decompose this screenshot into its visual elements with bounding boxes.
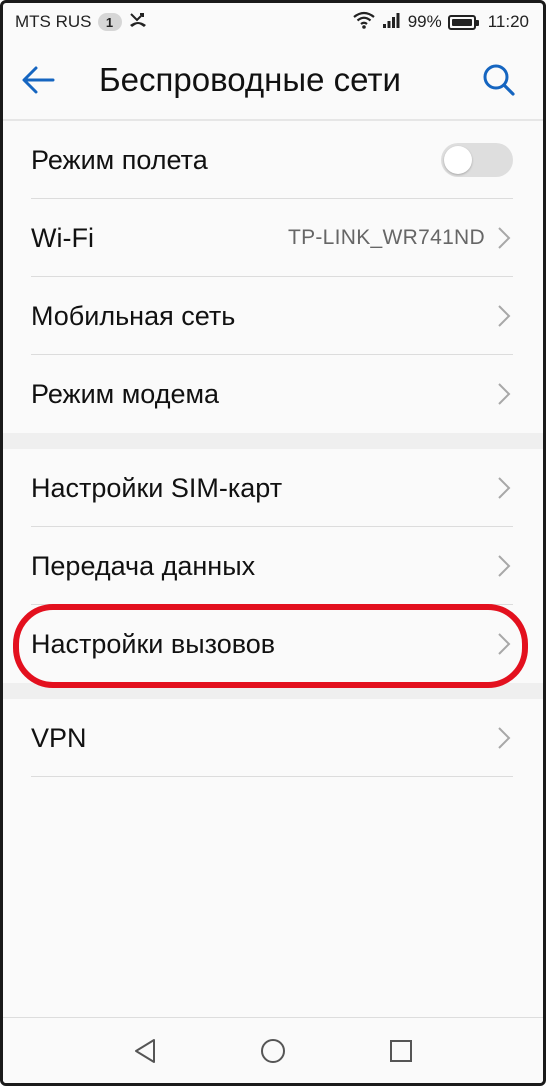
chevron-right-icon [495, 631, 513, 657]
setting-label: Wi-Fi [31, 222, 94, 253]
group-spacer [3, 433, 543, 449]
status-bar-left: MTS RUS 1 [15, 11, 148, 34]
setting-mobile-network[interactable]: Мобильная сеть [3, 277, 543, 355]
chevron-right-icon [495, 303, 513, 329]
missed-call-icon [128, 11, 148, 34]
battery-percent: 99% [407, 12, 442, 31]
back-triangle-icon [135, 1038, 155, 1063]
page-title: Беспроводные сети [99, 61, 401, 98]
app-bar: Беспроводные сети [3, 41, 543, 119]
settings-group-vpn: VPN [3, 699, 543, 777]
wifi-network-name: TP-LINK_WR741ND [287, 226, 485, 249]
wifi-icon [352, 11, 376, 34]
nav-back-button[interactable] [127, 1033, 163, 1069]
setting-label: Режим полета [31, 144, 208, 175]
nav-recents-button[interactable] [383, 1033, 419, 1069]
setting-wifi[interactable]: Wi-Fi TP-LINK_WR741ND [3, 199, 543, 277]
navigation-bar [3, 1017, 543, 1083]
setting-tethering[interactable]: Режим модема [3, 355, 543, 433]
nav-home-button[interactable] [255, 1033, 291, 1069]
chevron-right-icon [495, 225, 513, 251]
chevron-right-icon [495, 381, 513, 407]
setting-label: Мобильная сеть [31, 300, 236, 331]
setting-label: Передача данных [31, 550, 256, 581]
status-bar-right: 99% 11:20 [352, 11, 529, 34]
setting-data-transfer[interactable]: Передача данных [3, 527, 543, 605]
toggle-knob [444, 146, 472, 174]
status-bar: MTS RUS 1 99% 11:20 [3, 3, 543, 41]
phone-screen: MTS RUS 1 99% 11:20 Беспроводные сети Ре… [0, 0, 546, 1086]
recents-square-icon [390, 1039, 412, 1062]
setting-airplane-mode[interactable]: Режим полета [3, 121, 543, 199]
row-divider [31, 776, 513, 777]
sim-badge: 1 [97, 13, 122, 31]
setting-label: Режим модема [31, 378, 220, 409]
setting-vpn[interactable]: VPN [3, 699, 543, 777]
chevron-right-icon [495, 475, 513, 501]
carrier-name: MTS RUS [15, 12, 92, 31]
setting-label: VPN [31, 722, 87, 753]
setting-call-settings[interactable]: Настройки вызовов [3, 605, 543, 683]
clock: 11:20 [487, 12, 529, 31]
airplane-mode-toggle[interactable] [441, 143, 513, 177]
back-button[interactable] [21, 50, 81, 110]
search-button[interactable] [473, 54, 525, 106]
signal-icon [382, 11, 402, 34]
home-circle-icon [261, 1038, 285, 1063]
settings-group-connectivity: Режим полета Wi-Fi TP-LINK_WR741ND Мобил… [3, 121, 543, 433]
setting-label: Настройки SIM-карт [31, 472, 283, 503]
setting-label: Настройки вызовов [31, 628, 276, 659]
battery-icon [447, 14, 479, 30]
search-icon [483, 64, 515, 96]
chevron-right-icon [495, 553, 513, 579]
group-spacer [3, 683, 543, 699]
settings-group-sim: Настройки SIM-карт Передача данных Настр… [3, 449, 543, 683]
setting-sim-cards[interactable]: Настройки SIM-карт [3, 449, 543, 527]
arrow-back-icon [22, 66, 55, 94]
chevron-right-icon [495, 725, 513, 751]
